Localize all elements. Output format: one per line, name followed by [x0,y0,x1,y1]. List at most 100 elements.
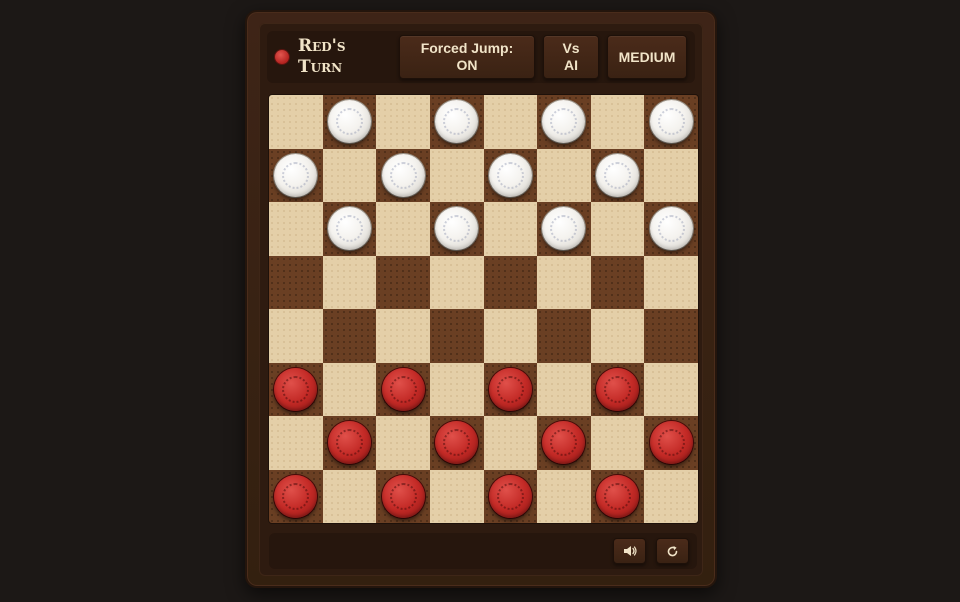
red-checker-piece[interactable] [381,367,425,411]
red-checker-piece[interactable] [327,421,371,465]
board-square[interactable] [269,309,323,363]
board-square[interactable] [644,469,698,523]
board-square[interactable] [537,469,591,523]
board-square[interactable] [537,95,591,149]
white-checker-piece[interactable] [488,153,532,197]
turn-color-icon [275,50,289,64]
board-square[interactable] [537,362,591,416]
white-checker-piece[interactable] [274,153,318,197]
red-checker-piece[interactable] [381,474,425,518]
board-square[interactable] [269,95,323,149]
board-square[interactable] [429,469,484,523]
turn-label: Red's Turn [298,36,346,77]
white-checker-piece[interactable] [435,207,479,251]
white-checker-piece[interactable] [542,100,586,144]
red-checker-piece[interactable] [435,421,479,465]
board-square[interactable] [322,416,377,470]
board-square[interactable] [590,416,645,470]
board-square[interactable] [537,202,591,256]
board-square[interactable] [322,469,377,523]
board-square[interactable] [376,255,430,309]
mode-label-line2: AI [564,57,578,73]
board-square[interactable] [376,362,430,416]
forced-jump-label: Forced Jump: [420,40,514,56]
mode-label-line1: Vs [562,40,580,56]
board-square[interactable] [269,255,323,309]
board-square[interactable] [269,469,323,523]
opponent-mode-button[interactable]: Vs AI [543,35,599,79]
red-checker-piece[interactable] [596,474,640,518]
board-square[interactable] [537,255,591,309]
board-square[interactable] [483,255,538,309]
board-square[interactable] [376,95,430,149]
board-square[interactable] [537,416,591,470]
board-square[interactable] [644,95,698,149]
red-checker-piece[interactable] [488,367,532,411]
board-square[interactable] [590,309,645,363]
red-checker-piece[interactable] [649,421,693,465]
board-square[interactable] [429,95,484,149]
game-panel: Red's Turn Forced Jump: ON Vs AI MEDIUM [259,23,703,576]
restart-button[interactable] [656,538,689,564]
board-square[interactable] [429,255,484,309]
board-square[interactable] [376,469,430,523]
board-square[interactable] [429,362,484,416]
board-square[interactable] [590,255,645,309]
board-square[interactable] [644,255,698,309]
board-square[interactable] [376,309,430,363]
forced-jump-toggle-button[interactable]: Forced Jump: ON [399,35,535,79]
board-square[interactable] [322,148,377,202]
board-square[interactable] [483,469,538,523]
white-checker-piece[interactable] [649,207,693,251]
board-square[interactable] [322,95,377,149]
red-checker-piece[interactable] [274,474,318,518]
board-square[interactable] [644,362,698,416]
board-square[interactable] [590,95,645,149]
white-checker-piece[interactable] [649,100,693,144]
red-checker-piece[interactable] [596,367,640,411]
sound-toggle-button[interactable] [613,538,646,564]
board-square[interactable] [483,202,538,256]
white-checker-piece[interactable] [596,153,640,197]
white-checker-piece[interactable] [327,207,371,251]
board-square[interactable] [590,469,645,523]
board-square[interactable] [322,202,377,256]
board-square[interactable] [429,148,484,202]
board-square[interactable] [483,309,538,363]
difficulty-button[interactable]: MEDIUM [607,35,687,79]
board-square[interactable] [644,309,698,363]
board-square[interactable] [644,148,698,202]
board-square[interactable] [537,309,591,363]
board-square[interactable] [644,416,698,470]
board-square[interactable] [429,202,484,256]
red-checker-piece[interactable] [488,474,532,518]
board-square[interactable] [269,148,323,202]
board-square[interactable] [322,309,377,363]
board-square[interactable] [376,148,430,202]
board-square[interactable] [590,202,645,256]
board-square[interactable] [537,148,591,202]
board-square[interactable] [322,255,377,309]
board-square[interactable] [269,416,323,470]
board-square[interactable] [376,202,430,256]
difficulty-label: MEDIUM [618,48,676,65]
board-square[interactable] [269,362,323,416]
board-square[interactable] [269,202,323,256]
white-checker-piece[interactable] [542,207,586,251]
white-checker-piece[interactable] [327,100,371,144]
red-checker-piece[interactable] [542,421,586,465]
white-checker-piece[interactable] [381,153,425,197]
board-square[interactable] [429,416,484,470]
board-square[interactable] [644,202,698,256]
board-square[interactable] [483,95,538,149]
white-checker-piece[interactable] [435,100,479,144]
board-square[interactable] [376,416,430,470]
board-square[interactable] [483,416,538,470]
red-checker-piece[interactable] [274,367,318,411]
board-square[interactable] [590,148,645,202]
board-square[interactable] [590,362,645,416]
board-square[interactable] [483,148,538,202]
board-square[interactable] [429,309,484,363]
board-square[interactable] [483,362,538,416]
board-square[interactable] [322,362,377,416]
